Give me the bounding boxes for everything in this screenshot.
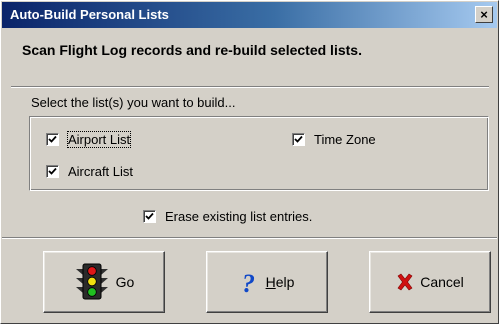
list-selection-group [29,116,489,191]
airport-list-checkbox[interactable]: Airport List [46,131,132,148]
help-button-label: Help [266,274,295,290]
help-label-rest: elp [275,274,295,290]
aircraft-list-checkbox[interactable]: Aircraft List [46,164,133,179]
help-hotkey: H [265,274,276,290]
close-icon: × [480,7,488,22]
aircraft-list-label: Aircraft List [68,164,134,179]
traffic-light-icon [74,263,110,301]
airport-list-label: Airport List [66,131,132,148]
go-button[interactable]: Go [43,251,165,313]
divider-top [11,86,489,88]
checkbox-box[interactable] [143,210,156,223]
title-bar[interactable]: Auto-Build Personal Lists × [2,2,497,28]
divider-bottom [2,237,497,239]
go-button-label: Go [115,274,135,290]
checkbox-box[interactable] [292,133,305,146]
help-button[interactable]: ? Help [206,251,328,313]
checkbox-box[interactable] [46,133,59,146]
auto-build-dialog: Auto-Build Personal Lists × Scan Flight … [0,0,499,324]
checkmark-icon [48,135,57,143]
checkbox-box[interactable] [46,165,59,178]
instruction-text: Select the list(s) you want to build... [31,95,236,110]
time-zone-checkbox[interactable]: Time Zone [292,132,376,147]
erase-existing-checkbox[interactable]: Erase existing list entries. [143,209,312,224]
svg-text:?: ? [242,269,255,295]
dialog-heading: Scan Flight Log records and re-build sel… [22,42,362,58]
cancel-button[interactable]: Cancel [369,251,491,313]
checkmark-icon [294,135,303,143]
checkmark-icon [145,212,154,220]
window-title: Auto-Build Personal Lists [10,7,169,22]
checkmark-icon [48,167,57,175]
time-zone-label: Time Zone [314,132,376,147]
cancel-button-label: Cancel [420,274,464,290]
close-button[interactable]: × [475,6,493,23]
red-x-icon [396,273,414,291]
erase-existing-label: Erase existing list entries. [165,209,313,224]
question-mark-icon: ? [240,269,260,295]
